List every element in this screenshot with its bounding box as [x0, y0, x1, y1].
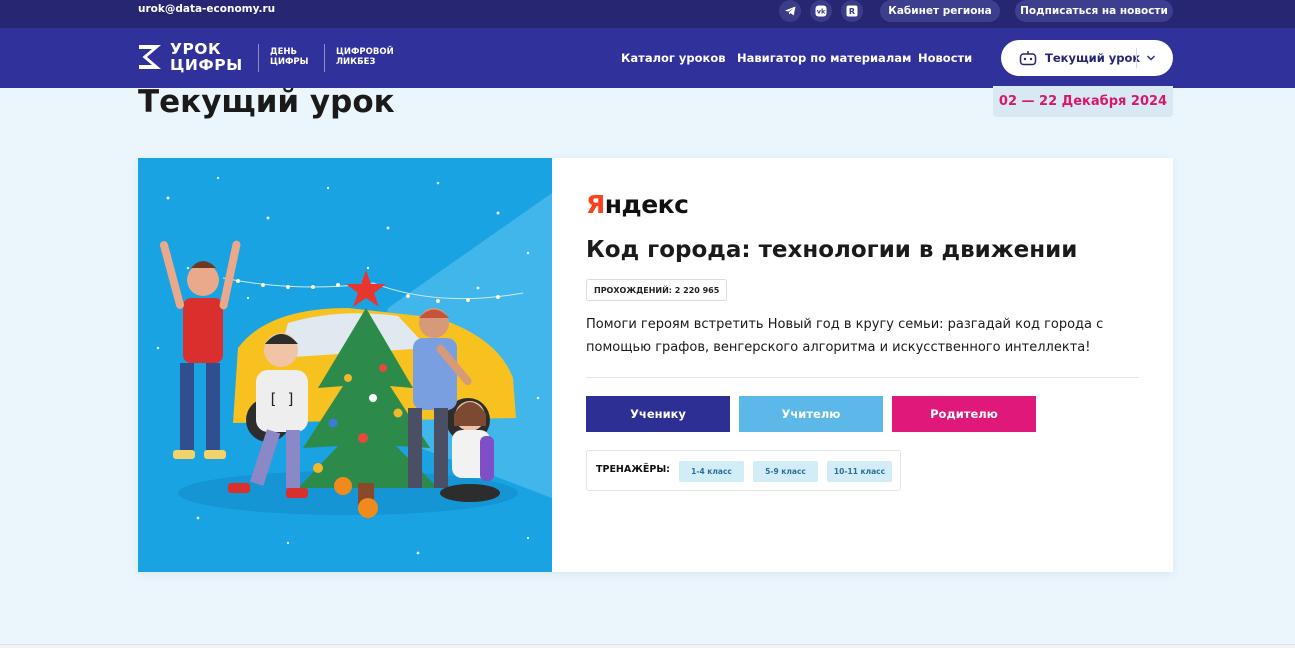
grade-10-11-button[interactable]: 10-11 класс — [827, 461, 892, 482]
region-cabinet-button[interactable]: Кабинет региона — [880, 0, 1000, 22]
page-bottom-edge — [0, 644, 1295, 648]
nav-news[interactable]: Новости — [918, 51, 972, 65]
logo-mark-icon[interactable] — [138, 43, 162, 71]
contact-email-link[interactable]: urok@data-economy.ru — [138, 3, 275, 15]
lesson-dates-badge: 02 — 22 Декабря 2024 — [993, 86, 1173, 117]
vk-icon[interactable]: vk — [810, 0, 832, 22]
likbez-line2: ЛИКБЕЗ — [336, 57, 376, 67]
lesson-illustration: [ ] — [138, 158, 552, 572]
top-bar: urok@data-economy.ru vk R Кабинет регион… — [0, 0, 1295, 28]
main-header: УРОК ЦИФРЫ ДЕНЬ ЦИФРЫ ЦИФРОВОЙ ЛИКБЕЗ Ка… — [0, 28, 1295, 88]
lesson-card: [ ] Яндекс Код города: технологии в движ… — [138, 158, 1173, 572]
yandex-logo-rest: ндекс — [604, 190, 689, 219]
lesson-description: Помоги героям встретить Новый год в круг… — [586, 317, 1104, 355]
likbez-line1: ЦИФРОВОЙ — [336, 47, 394, 57]
subscribe-news-button[interactable]: Подписаться на новости — [1015, 0, 1173, 22]
cifrovoy-likbez-link[interactable]: ЦИФРОВОЙ ЛИКБЕЗ — [336, 47, 394, 67]
yandex-logo-letter: Я — [586, 190, 605, 219]
den-cifry-line2: ЦИФРЫ — [270, 57, 309, 67]
robot-icon — [1019, 51, 1037, 66]
svg-text:R: R — [849, 7, 855, 16]
telegram-icon[interactable] — [779, 0, 801, 22]
lesson-title: Код города: технологии в движении — [586, 237, 1078, 263]
teacher-button[interactable]: Учителю — [739, 396, 883, 432]
current-lesson-dropdown[interactable]: Текущий урок — [1001, 40, 1173, 76]
logo-line2: ЦИФРЫ — [170, 56, 243, 74]
rutube-icon[interactable]: R — [841, 0, 863, 22]
svg-text:[ ]: [ ] — [268, 390, 295, 408]
trainers-label: ТРЕНАЖЁРЫ: — [596, 464, 670, 475]
logo-divider — [258, 44, 259, 72]
trainers-box: ТРЕНАЖЁРЫ: 1-4 класс 5-9 класс 10-11 кла… — [586, 450, 901, 491]
grade-5-9-button[interactable]: 5-9 класс — [753, 461, 818, 482]
logo-line1: УРОК — [170, 40, 222, 58]
svg-text:vk: vk — [817, 8, 826, 16]
current-lesson-label: Текущий урок — [1045, 51, 1141, 65]
chevron-down-icon[interactable] — [1146, 49, 1156, 70]
logo-text[interactable]: УРОК ЦИФРЫ — [170, 41, 243, 73]
student-button[interactable]: Ученику — [586, 396, 730, 432]
passes-count-badge: ПРОХОЖДЕНИЙ: 2 220 965 — [586, 279, 728, 301]
parent-button[interactable]: Родителю — [892, 396, 1036, 432]
card-divider — [586, 377, 1139, 378]
den-cifry-line1: ДЕНЬ — [270, 47, 297, 57]
den-cifry-link[interactable]: ДЕНЬ ЦИФРЫ — [270, 47, 308, 67]
nav-materials-navigator[interactable]: Навигатор по материалам — [737, 51, 911, 65]
nav-lesson-catalog[interactable]: Каталог уроков — [621, 51, 726, 65]
logo-divider — [324, 44, 325, 72]
page-title: Текущий урок — [138, 84, 395, 120]
yandex-logo: Яндекс — [586, 190, 689, 219]
dropdown-divider — [1136, 48, 1137, 68]
grade-1-4-button[interactable]: 1-4 класс — [679, 461, 744, 482]
